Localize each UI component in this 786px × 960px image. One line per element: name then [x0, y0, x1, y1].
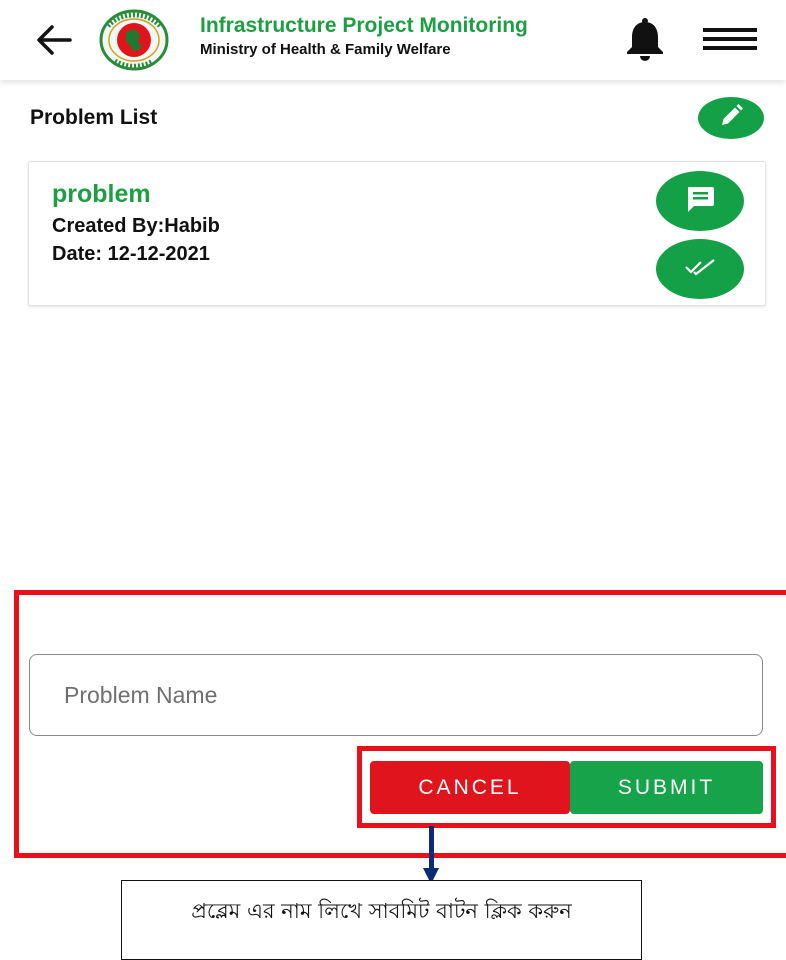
problem-date: Date: 12-12-2021 — [52, 243, 210, 265]
government-seal-logo — [99, 9, 169, 71]
annotation-arrow — [429, 826, 434, 872]
edit-button[interactable] — [698, 97, 764, 139]
comment-button[interactable] — [656, 171, 744, 231]
section-title: Problem List — [30, 106, 158, 129]
double-check-icon — [685, 258, 715, 281]
bell-icon[interactable] — [622, 18, 668, 62]
pencil-icon — [718, 103, 744, 134]
app-subtitle: Ministry of Health & Family Welfare — [200, 41, 451, 58]
back-arrow-icon[interactable] — [34, 22, 74, 58]
problem-created-by: Created By:Habib — [52, 215, 220, 237]
problem-title: problem — [52, 180, 151, 208]
app-bar: Infrastructure Project Monitoring Minist… — [0, 0, 786, 80]
annotation-text: প্রব্লেম এর নাম লিখে সাবমিট বাটন ক্লিক ক… — [191, 899, 572, 923]
problem-card[interactable]: problem Created By:Habib Date: 12-12-202… — [28, 161, 766, 306]
cancel-button[interactable]: CANCEL — [370, 761, 570, 814]
hamburger-menu-icon[interactable] — [701, 24, 759, 54]
submit-button[interactable]: SUBMIT — [570, 761, 763, 814]
annotation-callout: প্রব্লেম এর নাম লিখে সাবমিট বাটন ক্লিক ক… — [121, 880, 642, 960]
resolve-button[interactable] — [656, 239, 744, 299]
problem-name-input[interactable] — [29, 654, 763, 736]
comment-icon — [685, 185, 715, 218]
app-title: Infrastructure Project Monitoring — [200, 14, 528, 37]
